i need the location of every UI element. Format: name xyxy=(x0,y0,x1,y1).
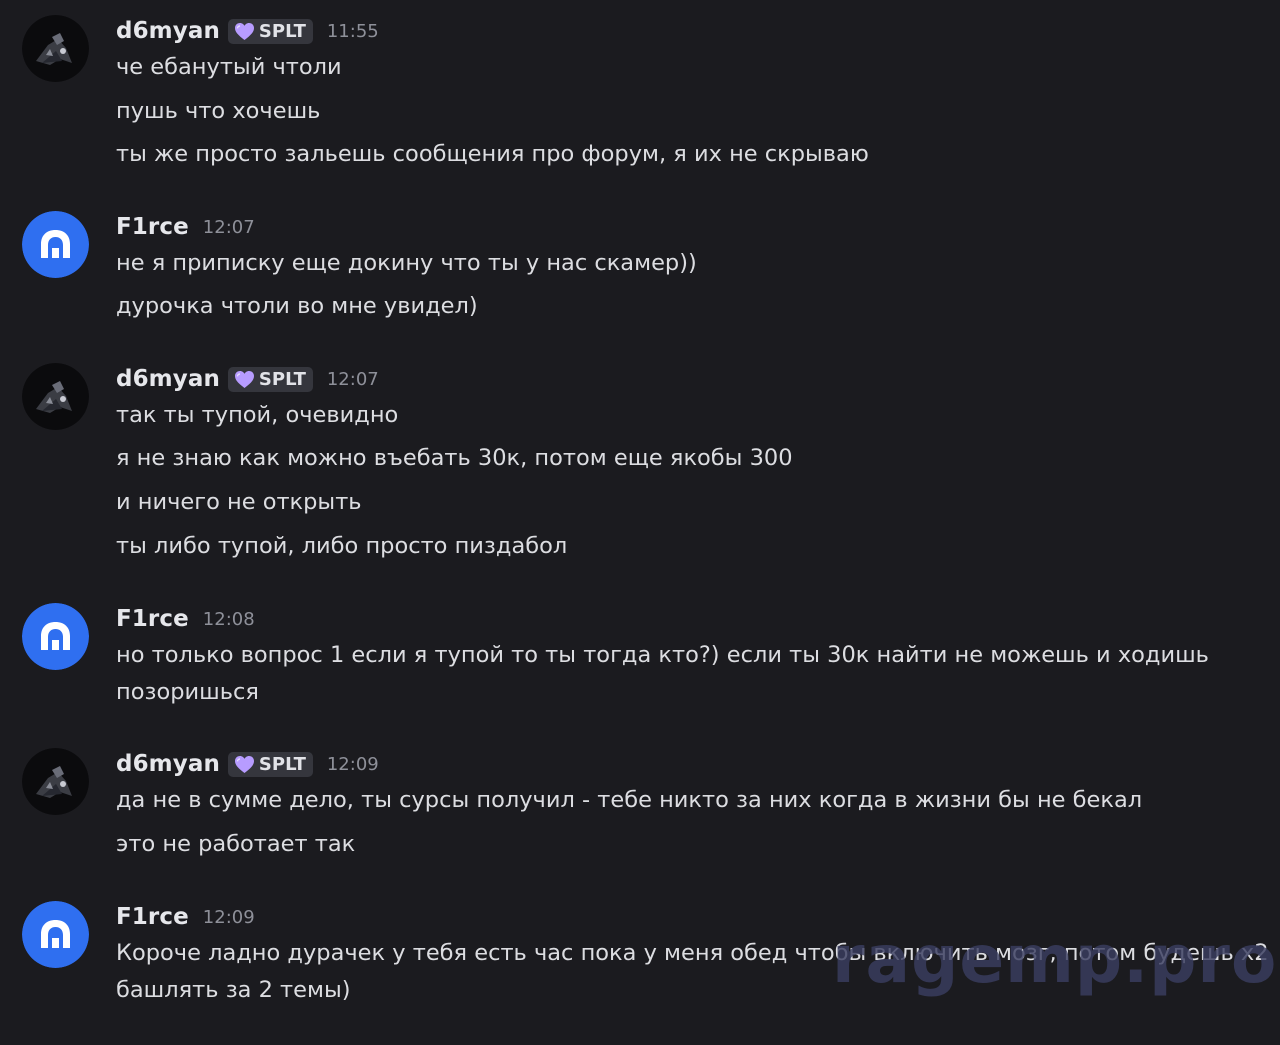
timestamp[interactable]: 12:09 xyxy=(327,754,379,775)
message-text: так ты тупой, очевидно xyxy=(116,402,399,428)
username[interactable]: d6myan xyxy=(116,751,220,777)
clan-badge[interactable]: SPLT xyxy=(227,751,313,777)
arch-logo-icon xyxy=(22,211,89,278)
timestamp[interactable]: 12:07 xyxy=(203,217,255,238)
timestamp[interactable]: 12:07 xyxy=(327,369,379,390)
message-header: F1rce 12:09 xyxy=(116,902,255,932)
avatar-f1rce[interactable] xyxy=(22,603,89,670)
timestamp[interactable]: 11:55 xyxy=(327,21,379,42)
avatar-d6myan[interactable] xyxy=(22,363,89,430)
timestamp[interactable]: 12:08 xyxy=(203,609,255,630)
heart-icon xyxy=(234,22,254,40)
dark-figure-icon xyxy=(22,748,89,815)
badge-label: SPLT xyxy=(258,368,306,390)
message-text: дурочка чтоли во мне увидел) xyxy=(116,293,478,319)
arch-logo-icon xyxy=(22,603,89,670)
message-text: но только вопрос 1 если я тупой то ты то… xyxy=(116,642,1209,668)
heart-icon xyxy=(234,755,254,773)
username[interactable]: d6myan xyxy=(116,18,220,44)
username[interactable]: F1rce xyxy=(116,606,189,632)
avatar-d6myan[interactable] xyxy=(22,748,89,815)
arch-logo-icon xyxy=(22,901,89,968)
clan-badge[interactable]: SPLT xyxy=(227,366,313,392)
message-text: позоришься xyxy=(116,679,259,705)
clan-badge[interactable]: SPLT xyxy=(227,18,313,44)
avatar-d6myan[interactable] xyxy=(22,15,89,82)
message-text: я не знаю как можно въебать 30к, потом е… xyxy=(116,445,793,471)
timestamp[interactable]: 12:09 xyxy=(203,907,255,928)
avatar-f1rce[interactable] xyxy=(22,211,89,278)
message-text: и ничего не открыть xyxy=(116,489,362,515)
message-header: d6myan SPLT 12:09 xyxy=(116,749,379,779)
username[interactable]: d6myan xyxy=(116,366,220,392)
message-text: башлять за 2 темы) xyxy=(116,977,351,1003)
message-header: F1rce 12:07 xyxy=(116,212,255,242)
username[interactable]: F1rce xyxy=(116,214,189,240)
message-text: че ебанутый чтоли xyxy=(116,54,342,80)
badge-label: SPLT xyxy=(258,20,306,42)
message-text: это не работает так xyxy=(116,831,356,857)
message-text: ты же просто зальешь сообщения про форум… xyxy=(116,141,869,167)
username[interactable]: F1rce xyxy=(116,904,189,930)
heart-icon xyxy=(234,370,254,388)
message-text: пушь что хочешь xyxy=(116,98,321,124)
message-header: d6myan SPLT 12:07 xyxy=(116,364,379,394)
avatar-f1rce[interactable] xyxy=(22,901,89,968)
message-header: F1rce 12:08 xyxy=(116,604,255,634)
message-text: да не в сумме дело, ты сурсы получил - т… xyxy=(116,787,1143,813)
badge-label: SPLT xyxy=(258,753,306,775)
message-header: d6myan SPLT 11:55 xyxy=(116,16,379,46)
message-text: ты либо тупой, либо просто пиздабол xyxy=(116,533,568,559)
dark-figure-icon xyxy=(22,15,89,82)
message-text: не я приписку еще докину что ты у нас ск… xyxy=(116,250,697,276)
message-text: Короче ладно дурачек у тебя есть час пок… xyxy=(116,940,1269,966)
dark-figure-icon xyxy=(22,363,89,430)
